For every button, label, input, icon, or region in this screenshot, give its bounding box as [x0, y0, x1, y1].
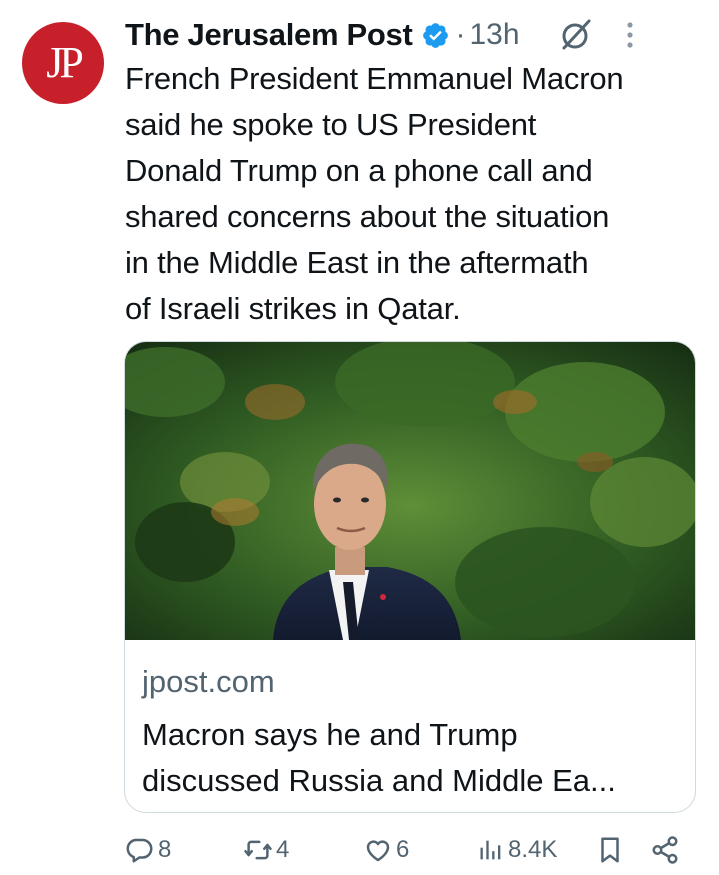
tweet-text-line: Donald Trump on a phone call and [125, 153, 593, 188]
tweet-text-line: of Israeli strikes in Qatar. [125, 291, 461, 326]
link-preview-image[interactable] [125, 342, 695, 640]
bookmark-button[interactable] [595, 828, 625, 872]
avatar-logo: JP [46, 38, 84, 87]
action-bar: 8 4 6 8.4K [125, 828, 685, 872]
repost-button[interactable]: 4 [243, 828, 289, 872]
reply-count: 8 [158, 836, 172, 863]
share-icon [650, 835, 680, 865]
heart-icon [363, 835, 393, 865]
tweet-text-line: in the Middle East in the aftermath [125, 245, 589, 280]
repost-icon [243, 835, 273, 865]
views-count: 8.4K [508, 836, 558, 863]
views-chart-icon [477, 835, 505, 865]
card-title-line: Macron says he and Trump [142, 717, 518, 752]
bookmark-icon [595, 835, 625, 865]
tweet[interactable]: JP The Jerusalem Post · 13h French Presi… [0, 0, 719, 875]
tweet-header: The Jerusalem Post · 13h [125, 14, 699, 56]
reply-button[interactable]: 8 [125, 828, 171, 872]
card-title: Macron says he and Trump discussed Russi… [142, 712, 682, 804]
avatar[interactable]: JP [22, 22, 104, 104]
share-button[interactable] [650, 828, 680, 872]
reply-icon [125, 835, 155, 865]
tweet-text-line: French President Emmanuel Macron [125, 61, 624, 96]
link-preview-card[interactable]: jpost.com Macron says he and Trump discu… [124, 341, 696, 813]
card-domain: jpost.com [142, 664, 275, 699]
like-button[interactable]: 6 [363, 828, 409, 872]
timestamp[interactable]: 13h [470, 18, 520, 52]
tweet-text-line: shared concerns about the situation [125, 199, 610, 234]
author-name[interactable]: The Jerusalem Post [125, 17, 413, 53]
views-button[interactable]: 8.4K [477, 828, 557, 872]
like-count: 6 [396, 836, 410, 863]
more-options-icon[interactable] [626, 20, 634, 50]
meta-separator: · [455, 18, 466, 51]
tweet-text-line: said he spoke to US President [125, 107, 537, 142]
card-title-line: discussed Russia and Middle Ea... [142, 763, 616, 798]
verified-badge-icon [421, 21, 450, 50]
repost-count: 4 [276, 836, 290, 863]
grok-icon[interactable] [558, 17, 594, 53]
tweet-text: French President Emmanuel Macron said he… [125, 56, 705, 332]
